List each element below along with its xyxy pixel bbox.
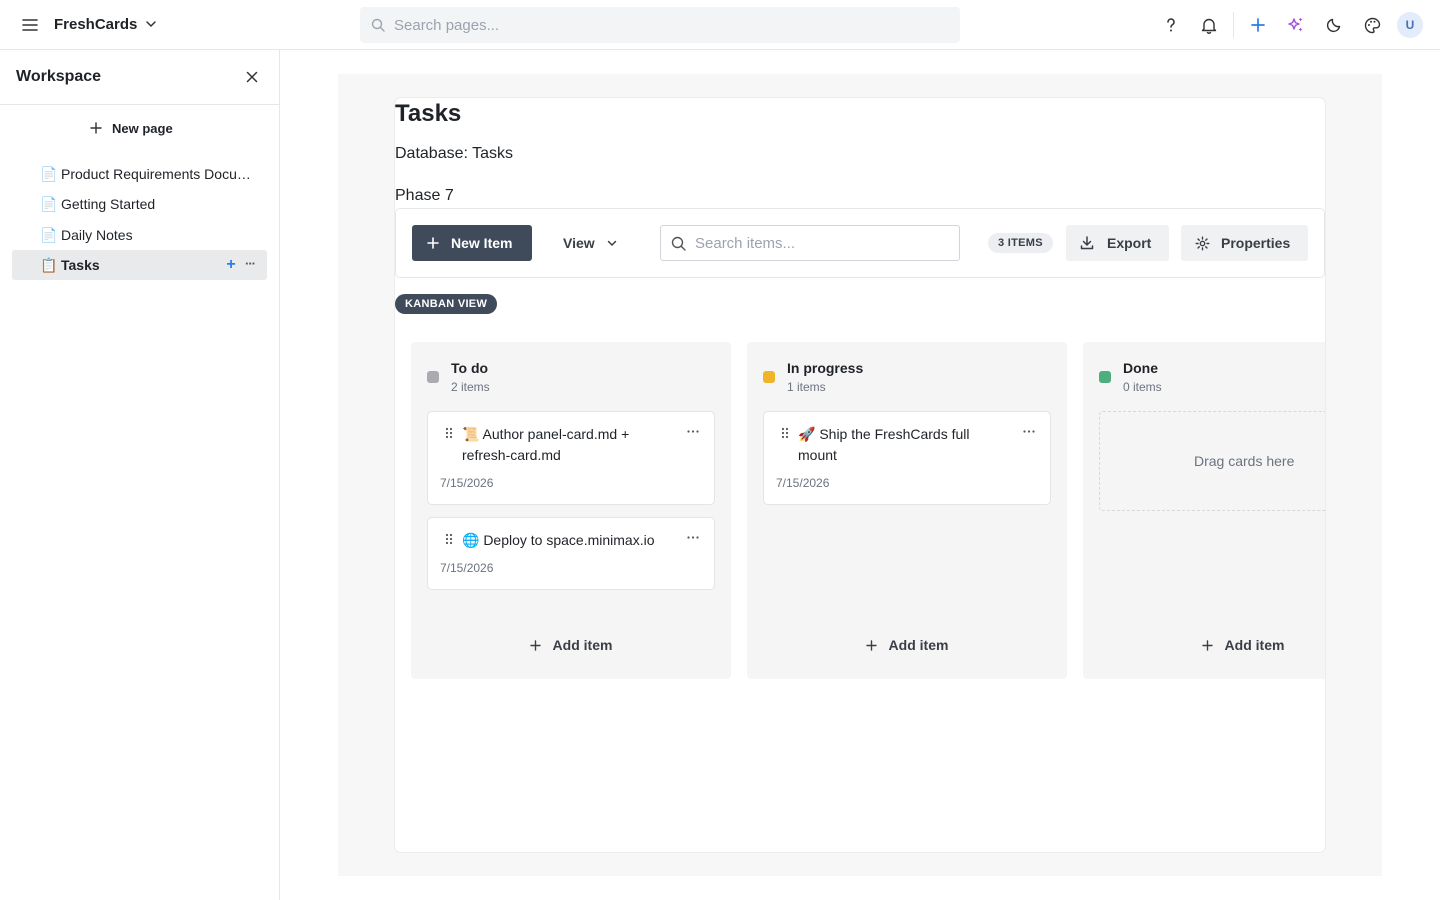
sidebar-item-getting-started[interactable]: 📄 Getting Started bbox=[12, 189, 267, 219]
card-title: 🌐 Deploy to space.minimax.io bbox=[462, 532, 655, 548]
document-icon: 📄 bbox=[40, 165, 58, 182]
plus-icon bbox=[529, 639, 541, 651]
add-item-label: Add item bbox=[888, 637, 949, 653]
kanban-column-todo: To do 2 items 📜 Author panel-card.md + r… bbox=[411, 342, 731, 679]
drag-handle-icon[interactable] bbox=[780, 426, 790, 440]
search-input[interactable] bbox=[394, 7, 954, 43]
gear-icon bbox=[1195, 236, 1210, 250]
card-date: 7/15/2026 bbox=[440, 476, 494, 490]
add-item-button[interactable]: Add item bbox=[1083, 634, 1325, 656]
status-dot bbox=[1099, 371, 1111, 383]
add-item-button[interactable]: Add item bbox=[411, 634, 731, 656]
sidebar-item-label: Daily Notes bbox=[61, 227, 133, 243]
more-options-icon[interactable] bbox=[1020, 424, 1038, 438]
drag-handle-icon[interactable] bbox=[444, 426, 454, 440]
sidebar-item-daily-notes[interactable]: 📄 Daily Notes bbox=[12, 220, 267, 250]
add-item-button[interactable]: Add item bbox=[747, 634, 1067, 656]
plus-icon bbox=[427, 237, 439, 249]
drop-zone-text: Drag cards here bbox=[1194, 453, 1295, 469]
view-dropdown[interactable]: View bbox=[563, 225, 617, 261]
sidebar-item-tasks[interactable]: 📋 Tasks + ··· bbox=[12, 250, 267, 280]
plus-icon[interactable] bbox=[1246, 13, 1270, 37]
top-bar: FreshCards U bbox=[0, 0, 1440, 50]
column-count: 2 items bbox=[451, 380, 490, 394]
kanban-view-badge: KANBAN VIEW bbox=[395, 294, 498, 314]
column-title: Done bbox=[1123, 360, 1158, 376]
card-title: 🚀 Ship the FreshCards full mount bbox=[798, 426, 970, 463]
items-search-input[interactable] bbox=[695, 226, 955, 260]
document-icon: 📄 bbox=[40, 195, 58, 212]
avatar[interactable]: U bbox=[1397, 12, 1423, 38]
chevron-down-icon bbox=[607, 240, 616, 246]
status-dot bbox=[763, 371, 775, 383]
new-item-button[interactable]: New Item bbox=[412, 225, 532, 261]
new-item-label: New Item bbox=[451, 235, 513, 251]
page-search[interactable] bbox=[360, 7, 960, 43]
drag-handle-icon[interactable] bbox=[444, 532, 454, 546]
moon-icon[interactable] bbox=[1322, 13, 1346, 37]
download-icon bbox=[1080, 236, 1094, 250]
help-icon[interactable] bbox=[1159, 13, 1183, 37]
sidebar-item-label: Product Requirements Document bbox=[61, 166, 253, 182]
phase-label: Phase 7 bbox=[395, 187, 454, 204]
page-panel: Tasks Database: Tasks Phase 7 New Item V… bbox=[395, 98, 1325, 852]
view-label: View bbox=[563, 235, 595, 251]
sidebar-divider bbox=[0, 104, 279, 105]
database-toolbar: New Item View 3 ITEMS Export Properties bbox=[395, 208, 1325, 278]
plus-icon bbox=[865, 639, 877, 651]
export-label: Export bbox=[1107, 235, 1152, 251]
search-icon bbox=[671, 236, 686, 251]
kanban-card[interactable]: 📜 Author panel-card.md + refresh-card.md… bbox=[427, 411, 715, 505]
kanban-column-in-progress: In progress 1 items 🚀 Ship the FreshCard… bbox=[747, 342, 1067, 679]
kanban-column-done: Done 0 items Drag cards here Add item bbox=[1083, 342, 1325, 679]
app-name: FreshCards bbox=[54, 16, 138, 33]
search-icon bbox=[371, 18, 385, 32]
column-count: 0 items bbox=[1123, 380, 1162, 394]
export-button[interactable]: Export bbox=[1066, 225, 1169, 261]
add-item-label: Add item bbox=[1224, 637, 1285, 653]
column-title: To do bbox=[451, 360, 489, 376]
database-label: Database: Tasks bbox=[395, 145, 513, 162]
toolbar-divider bbox=[1233, 12, 1234, 38]
drop-zone[interactable]: Drag cards here bbox=[1099, 411, 1325, 511]
sidebar-item-product-requirements[interactable]: 📄 Product Requirements Document bbox=[12, 159, 267, 189]
status-dot bbox=[427, 371, 439, 383]
new-page-label: New page bbox=[112, 120, 173, 136]
plus-icon bbox=[1201, 639, 1213, 651]
plus-icon bbox=[90, 122, 102, 134]
add-item-label: Add item bbox=[552, 637, 613, 653]
more-options-icon[interactable] bbox=[684, 424, 702, 438]
items-search[interactable] bbox=[660, 225, 960, 261]
kanban-card[interactable]: 🌐 Deploy to space.minimax.io 7/15/2026 bbox=[427, 517, 715, 590]
add-subpage-icon[interactable]: + bbox=[224, 256, 238, 274]
chevron-down-icon[interactable] bbox=[142, 15, 160, 33]
column-count: 1 items bbox=[787, 380, 826, 394]
palette-icon[interactable] bbox=[1360, 13, 1384, 37]
new-page-button[interactable]: New page bbox=[90, 118, 173, 138]
sidebar-item-label: Tasks bbox=[61, 257, 100, 273]
card-date: 7/15/2026 bbox=[440, 561, 494, 575]
bell-icon[interactable] bbox=[1197, 13, 1221, 37]
properties-button[interactable]: Properties bbox=[1181, 225, 1308, 261]
sidebar: Workspace New page 📄 Product Requirement… bbox=[0, 50, 280, 900]
kanban-card[interactable]: 🚀 Ship the FreshCards full mount 7/15/20… bbox=[763, 411, 1051, 505]
properties-label: Properties bbox=[1221, 235, 1291, 251]
sparkle-icon[interactable] bbox=[1284, 13, 1308, 37]
clipboard-icon: 📋 bbox=[40, 256, 58, 273]
hamburger-menu-icon[interactable] bbox=[18, 13, 42, 37]
page-title: Tasks bbox=[395, 100, 462, 127]
item-count-badge: 3 ITEMS bbox=[988, 233, 1053, 253]
column-title: In progress bbox=[787, 360, 864, 376]
sidebar-item-label: Getting Started bbox=[61, 196, 156, 212]
more-options-icon[interactable] bbox=[684, 530, 702, 544]
document-icon: 📄 bbox=[40, 226, 58, 243]
workspace-title: Workspace bbox=[16, 68, 102, 85]
card-date: 7/15/2026 bbox=[776, 476, 830, 490]
more-options-icon[interactable]: ··· bbox=[243, 256, 257, 274]
card-title: 📜 Author panel-card.md + refresh-card.md bbox=[462, 426, 630, 463]
close-icon[interactable] bbox=[243, 68, 261, 86]
